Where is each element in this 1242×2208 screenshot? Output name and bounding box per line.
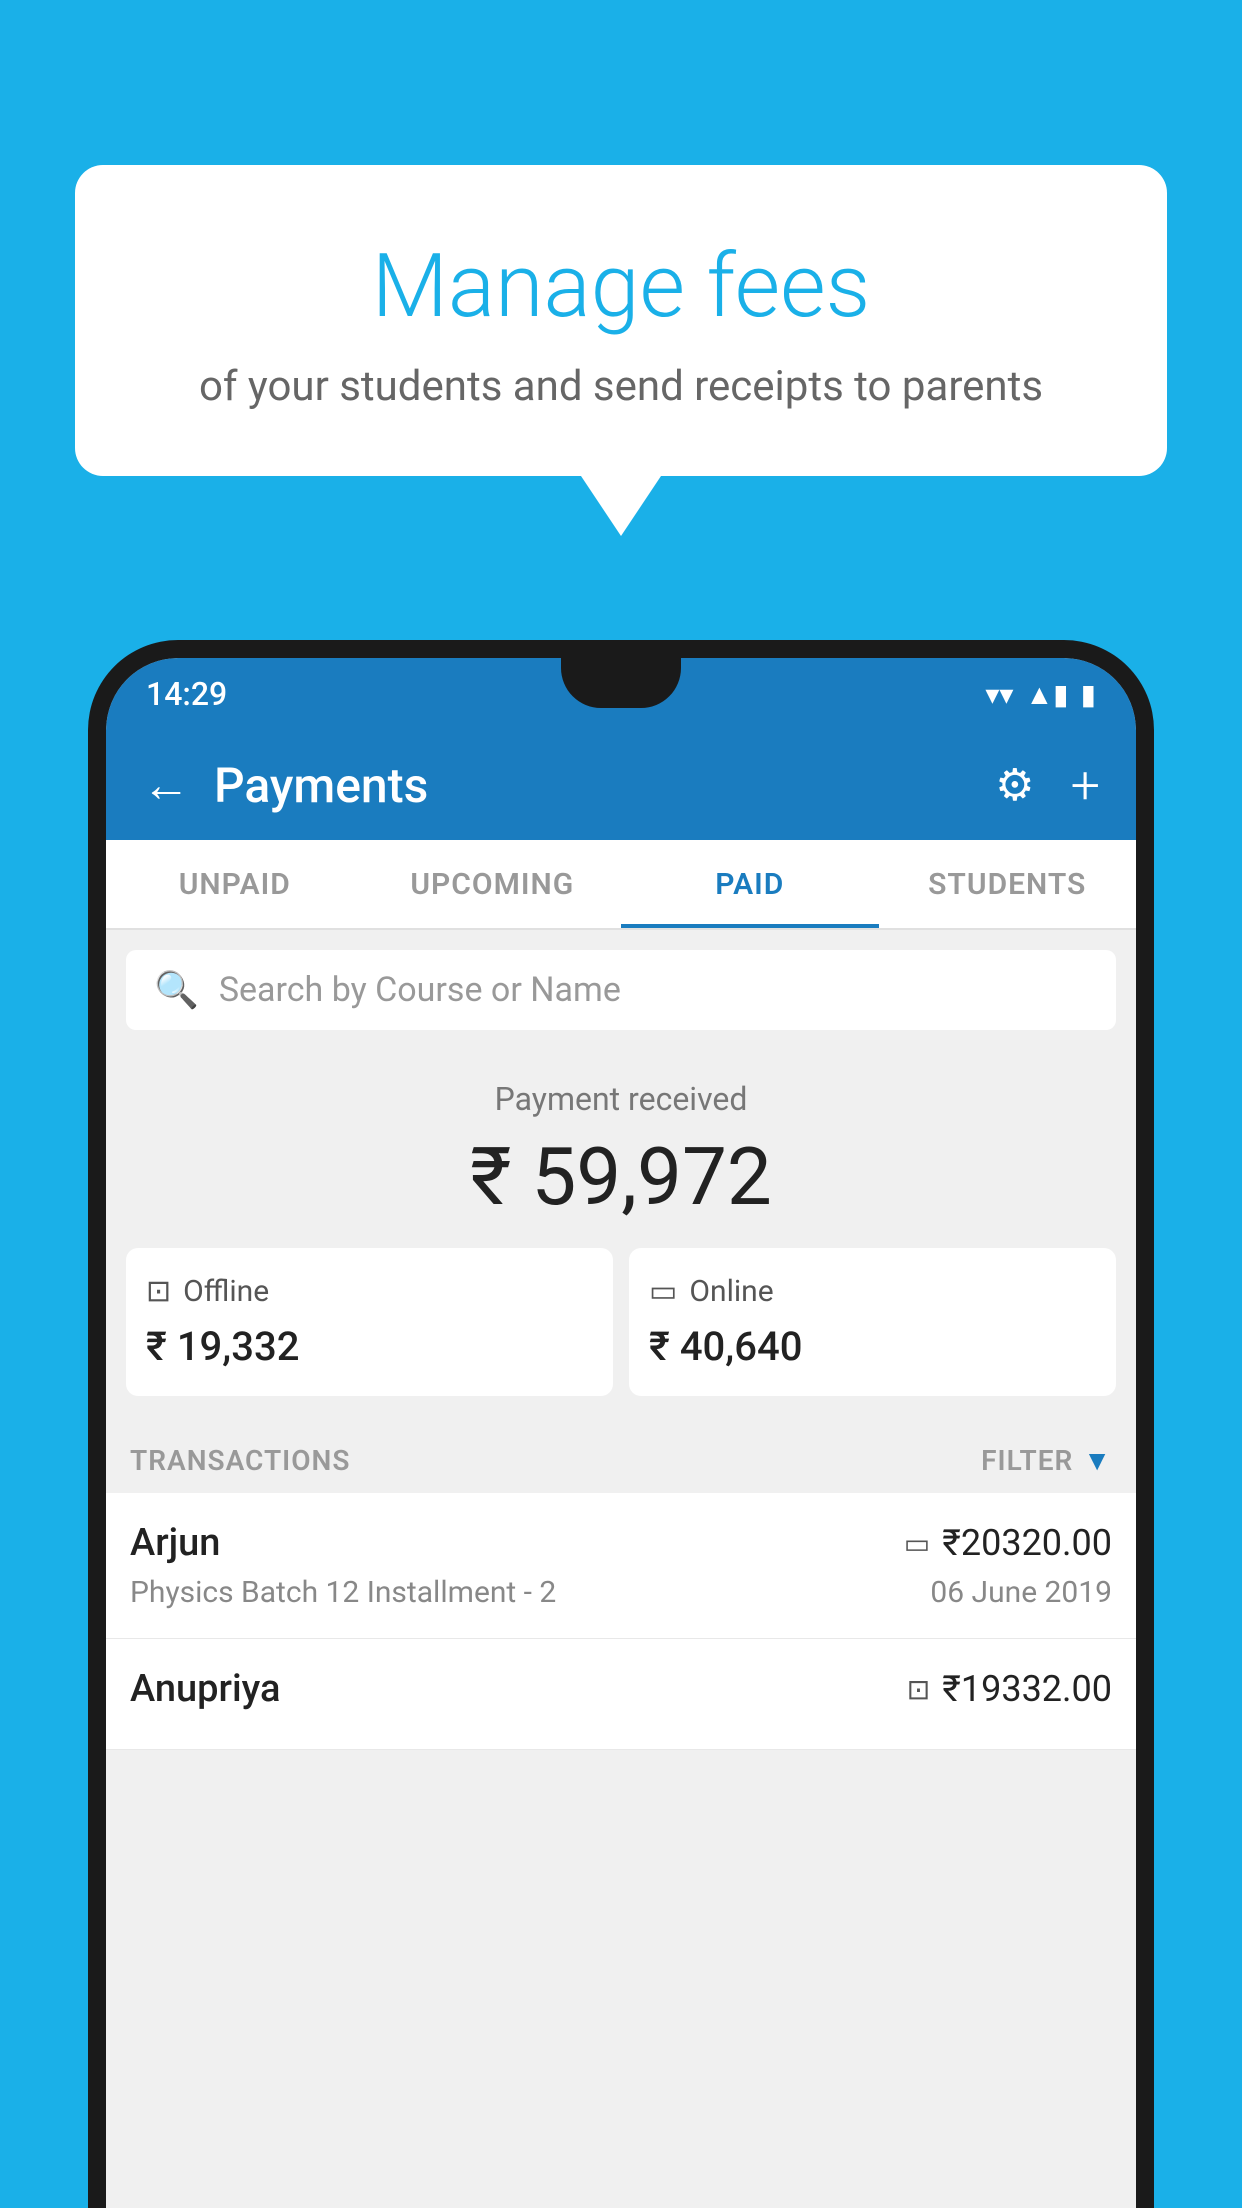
- transaction-course-1: Physics Batch 12 Installment - 2: [130, 1575, 556, 1610]
- app-bar: ← Payments ⚙ +: [106, 730, 1136, 840]
- offline-icon: ⊡: [146, 1274, 171, 1309]
- filter-button[interactable]: FILTER ▼: [981, 1444, 1112, 1477]
- phone-inner: 14:29 ▾▾ ▲▮ ▮ ← Payments ⚙ +: [106, 658, 1136, 2208]
- transaction-date-1: 06 June 2019: [930, 1575, 1112, 1610]
- transaction-top-2: Anupriya ⊡ ₹19332.00: [130, 1667, 1112, 1711]
- search-placeholder: Search by Course or Name: [219, 970, 621, 1010]
- offline-card-header: ⊡ Offline: [146, 1274, 269, 1309]
- notch: [561, 658, 681, 708]
- payment-label: Payment received: [126, 1080, 1116, 1118]
- signal-icon: ▲▮: [1025, 678, 1068, 711]
- online-label: Online: [689, 1274, 773, 1309]
- tab-unpaid[interactable]: UNPAID: [106, 840, 364, 928]
- phone-frame: 14:29 ▾▾ ▲▮ ▮ ← Payments ⚙ +: [88, 640, 1154, 2208]
- transaction-name-2: Anupriya: [130, 1667, 280, 1711]
- speech-bubble-title: Manage fees: [135, 235, 1107, 338]
- add-button[interactable]: +: [1071, 755, 1100, 816]
- transactions-header: TRANSACTIONS FILTER ▼: [106, 1416, 1136, 1493]
- wifi-icon: ▾▾: [985, 678, 1013, 711]
- payment-total: ₹ 59,972: [126, 1130, 1116, 1224]
- app-bar-right: ⚙ +: [995, 755, 1100, 816]
- online-card-header: ▭ Online: [649, 1274, 774, 1309]
- phone-screen: 14:29 ▾▾ ▲▮ ▮ ← Payments ⚙ +: [106, 658, 1136, 2208]
- battery-icon: ▮: [1081, 678, 1096, 711]
- speech-bubble: Manage fees of your students and send re…: [75, 165, 1167, 476]
- screen-content: 🔍 Search by Course or Name Payment recei…: [106, 930, 1136, 2208]
- payment-cards: ⊡ Offline ₹ 19,332 ▭ Online ₹ 40,640: [126, 1248, 1116, 1396]
- tab-students[interactable]: STUDENTS: [879, 840, 1137, 928]
- card-pay-icon: ▭: [904, 1527, 930, 1560]
- transaction-top-1: Arjun ▭ ₹20320.00: [130, 1521, 1112, 1565]
- offline-label: Offline: [183, 1274, 269, 1309]
- transaction-amount-row-2: ⊡ ₹19332.00: [907, 1668, 1112, 1710]
- payment-summary: Payment received ₹ 59,972 ⊡ Offline ₹ 19…: [106, 1050, 1136, 1416]
- transaction-name-1: Arjun: [130, 1521, 220, 1565]
- online-icon: ▭: [649, 1274, 677, 1309]
- transaction-amount-row-1: ▭ ₹20320.00: [904, 1522, 1112, 1564]
- transaction-bottom-1: Physics Batch 12 Installment - 2 06 June…: [130, 1575, 1112, 1610]
- tab-paid[interactable]: PAID: [621, 840, 879, 928]
- status-bar: 14:29 ▾▾ ▲▮ ▮: [106, 658, 1136, 730]
- cash-pay-icon: ⊡: [907, 1673, 930, 1706]
- status-time: 14:29: [146, 675, 227, 713]
- transactions-label: TRANSACTIONS: [130, 1444, 350, 1477]
- gear-icon[interactable]: ⚙: [995, 759, 1034, 811]
- table-row[interactable]: Arjun ▭ ₹20320.00 Physics Batch 12 Insta…: [106, 1493, 1136, 1639]
- offline-card: ⊡ Offline ₹ 19,332: [126, 1248, 613, 1396]
- filter-label: FILTER: [981, 1444, 1073, 1477]
- app-bar-title: Payments: [214, 757, 428, 814]
- online-amount: ₹ 40,640: [649, 1323, 802, 1370]
- transaction-amount-2: ₹19332.00: [942, 1668, 1112, 1710]
- search-icon: 🔍: [154, 969, 199, 1011]
- speech-bubble-subtitle: of your students and send receipts to pa…: [135, 362, 1107, 411]
- speech-bubble-container: Manage fees of your students and send re…: [75, 165, 1167, 536]
- table-row[interactable]: Anupriya ⊡ ₹19332.00: [106, 1639, 1136, 1750]
- app-bar-left: ← Payments: [142, 757, 428, 814]
- tabs-bar: UNPAID UPCOMING PAID STUDENTS: [106, 840, 1136, 930]
- online-card: ▭ Online ₹ 40,640: [629, 1248, 1116, 1396]
- offline-amount: ₹ 19,332: [146, 1323, 299, 1370]
- search-bar[interactable]: 🔍 Search by Course or Name: [126, 950, 1116, 1030]
- back-button[interactable]: ←: [142, 761, 190, 809]
- tab-upcoming[interactable]: UPCOMING: [364, 840, 622, 928]
- speech-bubble-arrow: [581, 476, 661, 536]
- filter-icon: ▼: [1083, 1444, 1112, 1477]
- transaction-amount-1: ₹20320.00: [942, 1522, 1112, 1564]
- status-icons: ▾▾ ▲▮ ▮: [985, 678, 1096, 711]
